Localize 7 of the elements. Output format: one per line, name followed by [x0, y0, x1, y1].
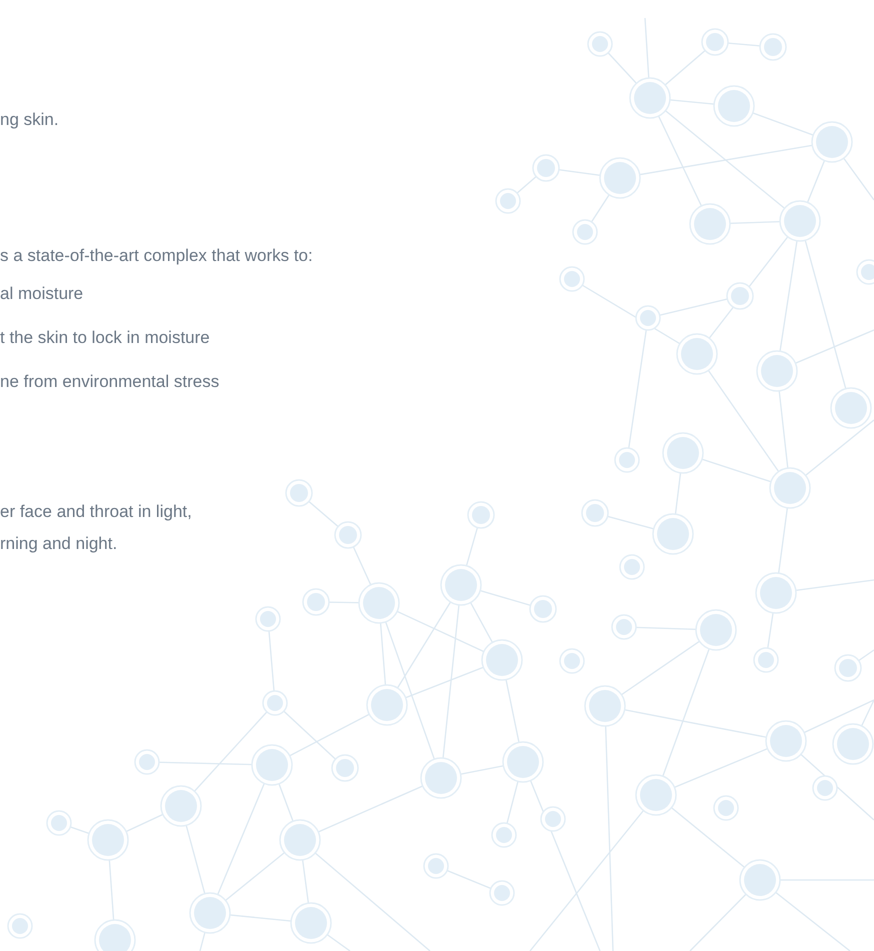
body-text: er face and throat in light,: [0, 501, 192, 523]
list-item-text: al moisture: [0, 283, 84, 305]
body-text: rning and night.: [0, 533, 118, 555]
body-text: ng skin.: [0, 109, 59, 131]
body-text: s a state-of-the-art complex that works to:: [0, 245, 313, 267]
list-item-text: ne from environmental stress: [0, 371, 220, 393]
list-item-text: t the skin to lock in moisture: [0, 327, 210, 349]
